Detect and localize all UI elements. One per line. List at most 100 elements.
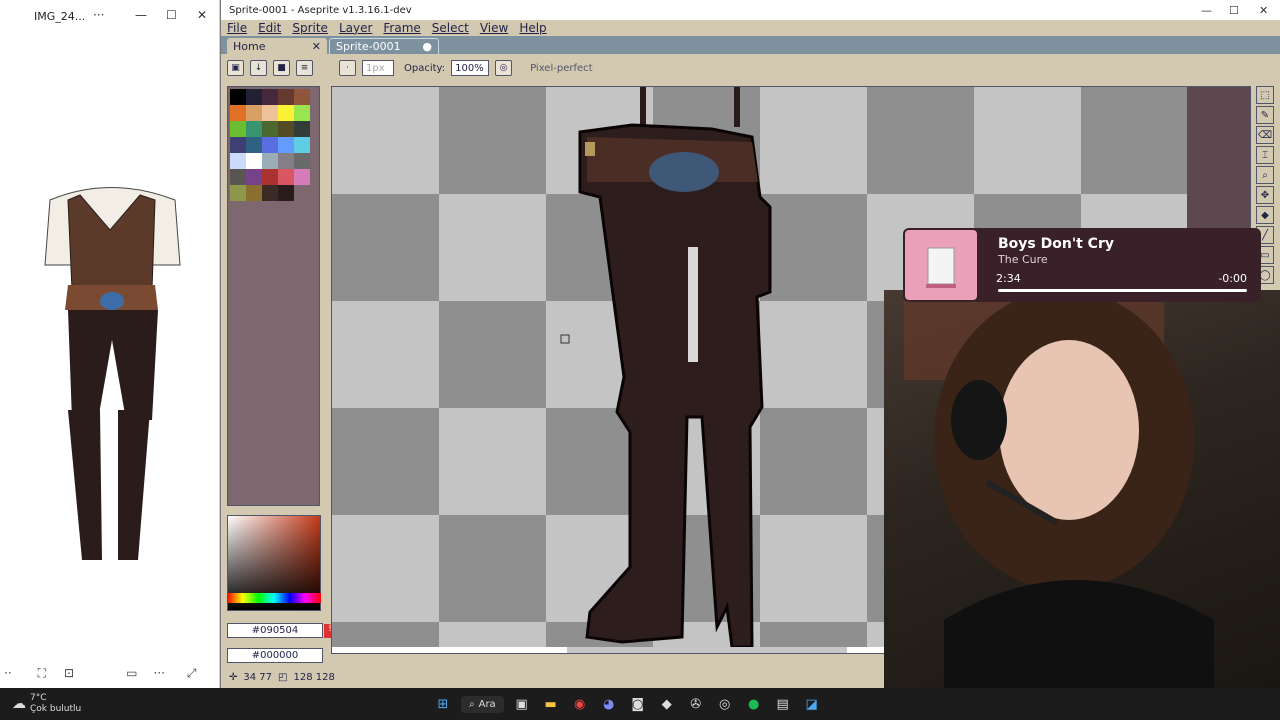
minimize-icon[interactable]: — [1201, 4, 1212, 17]
palette-swatch[interactable] [262, 185, 278, 201]
opacity-input[interactable]: 100% [451, 60, 490, 76]
menu-view[interactable]: View [480, 21, 508, 35]
palette-swatch[interactable] [294, 105, 310, 121]
palette-swatch[interactable] [262, 153, 278, 169]
task-view-icon[interactable]: ▣ [511, 693, 533, 715]
close-tab-icon[interactable]: ✕ [312, 40, 321, 53]
spotify-icon[interactable]: ● [743, 693, 765, 715]
palette-swatch[interactable] [294, 89, 310, 105]
more-icon[interactable]: ··· [93, 8, 104, 22]
context-bar: ▣ ↓ ■ ≡ · 1px Opacity: 100% ◎ Pixel-perf… [221, 54, 1280, 82]
slideshow-icon[interactable]: ▭ [126, 666, 137, 680]
pencil-tool-icon[interactable]: ✎ [1256, 106, 1274, 124]
tab-sprite[interactable]: Sprite-0001 ● [329, 38, 439, 54]
taskbar: ☁ 7°C Çok bulutlu ⊞ ⌕ Ara ▣ ▬ ◉ ◕ ◙ ◆ ✇ … [0, 688, 1280, 720]
palette-swatch[interactable] [294, 153, 310, 169]
palette-swatch[interactable] [246, 89, 262, 105]
brush-type-icon[interactable]: · [339, 60, 356, 76]
album-art [905, 230, 977, 300]
palette-swatch[interactable] [230, 137, 246, 153]
palette-swatch[interactable] [246, 153, 262, 169]
obs-icon[interactable]: ◎ [714, 693, 736, 715]
palette-swatch[interactable] [294, 121, 310, 137]
palette-swatch[interactable] [246, 185, 262, 201]
sprite-size: 128 128 [293, 671, 335, 683]
palette-swatch[interactable] [278, 169, 294, 185]
file-explorer-icon[interactable]: ▬ [540, 693, 562, 715]
stop-icon[interactable]: ■ [273, 60, 290, 76]
more-options-icon[interactable]: ··· [153, 666, 164, 680]
weather-widget[interactable]: ☁ 7°C Çok bulutlu [12, 693, 81, 715]
chrome-icon[interactable]: ◉ [569, 693, 591, 715]
palette-swatches[interactable] [228, 87, 319, 203]
fit-icon[interactable]: ⛶ [38, 666, 46, 681]
palette-swatch[interactable] [278, 137, 294, 153]
palette-swatch[interactable] [278, 185, 294, 201]
menu-file[interactable]: File [227, 21, 247, 35]
pixel-perfect-icon[interactable]: ◎ [495, 60, 513, 76]
terminal-icon[interactable]: ▤ [772, 693, 794, 715]
palette-swatch[interactable] [262, 121, 278, 137]
eyedropper-tool-icon[interactable]: ⌶ [1256, 146, 1274, 164]
palette-swatch[interactable] [262, 89, 278, 105]
menu-layer[interactable]: Layer [339, 21, 372, 35]
search-icon: ⌕ [469, 698, 475, 710]
expand-icon[interactable]: ⤢ [187, 666, 197, 681]
palette-swatch[interactable] [278, 153, 294, 169]
camera-icon[interactable]: ◙ [627, 693, 649, 715]
palette-swatch[interactable] [262, 105, 278, 121]
maximize-icon[interactable]: ☐ [1229, 4, 1239, 17]
app-icon[interactable]: ◆ [656, 693, 678, 715]
palette-swatch[interactable] [246, 169, 262, 185]
palette-swatch[interactable] [262, 137, 278, 153]
ink-icon[interactable]: ↓ [250, 60, 267, 76]
eraser-tool-icon[interactable]: ⌫ [1256, 126, 1274, 144]
palette-swatch[interactable] [278, 89, 294, 105]
palette-swatch[interactable] [230, 153, 246, 169]
list-icon[interactable]: ≡ [296, 60, 313, 76]
menu-sprite[interactable]: Sprite [292, 21, 328, 35]
palette-swatch[interactable] [246, 137, 262, 153]
menu-edit[interactable]: Edit [258, 21, 281, 35]
hue-slider[interactable] [227, 593, 321, 603]
marquee-tool-icon[interactable]: ⬚ [1256, 86, 1274, 104]
menu-select[interactable]: Select [432, 21, 469, 35]
tab-home[interactable]: Home ✕ [227, 38, 327, 54]
minimize-icon[interactable]: — [135, 8, 147, 22]
palette-swatch[interactable] [230, 121, 246, 137]
palette-swatch[interactable] [294, 169, 310, 185]
zoom-tool-icon[interactable]: ⌕ [1256, 166, 1274, 184]
maximize-icon[interactable]: ☐ [166, 8, 177, 22]
palette-swatch[interactable] [230, 185, 246, 201]
pixel-perfect-label[interactable]: Pixel-perfect [530, 63, 592, 74]
brush-size-input[interactable]: 1px [362, 60, 394, 76]
menu-help[interactable]: Help [519, 21, 546, 35]
aseprite-icon[interactable]: ◪ [801, 693, 823, 715]
palette-swatch[interactable] [294, 137, 310, 153]
close-icon[interactable]: ✕ [1259, 4, 1268, 17]
discord-icon[interactable]: ◕ [598, 693, 620, 715]
fill-tool-icon[interactable]: ◆ [1256, 206, 1274, 224]
move-tool-icon[interactable]: ✥ [1256, 186, 1274, 204]
palette-swatch[interactable] [246, 121, 262, 137]
palette-swatch[interactable] [246, 105, 262, 121]
palette-swatch[interactable] [230, 169, 246, 185]
dots-icon[interactable]: ·· [4, 666, 12, 680]
steam-icon[interactable]: ✇ [685, 693, 707, 715]
palette-swatch[interactable] [230, 89, 246, 105]
actual-size-icon[interactable]: ⊡ [64, 666, 74, 680]
photo-viewer-window: IMG_24... ··· — ☐ ✕ ·· ⛶ ⊡ ▭ ··· ⤢ [0, 0, 220, 688]
search-button[interactable]: ⌕ Ara [461, 695, 504, 713]
start-icon[interactable]: ⊞ [432, 693, 454, 715]
close-icon[interactable]: ✕ [197, 8, 207, 22]
menu-frame[interactable]: Frame [383, 21, 420, 35]
fg-color-hex[interactable]: #090504 ! [227, 623, 336, 638]
palette-swatch[interactable] [262, 169, 278, 185]
palette-swatch[interactable] [278, 121, 294, 137]
palette-swatch[interactable] [278, 105, 294, 121]
palette-swatch[interactable] [230, 105, 246, 121]
bg-color-hex[interactable]: #000000 [227, 648, 323, 663]
lock-icon[interactable]: ▣ [227, 60, 244, 76]
progress-bar[interactable] [998, 289, 1247, 292]
now-playing-widget[interactable]: Boys Don't Cry The Cure 2:34 -0:00 [903, 228, 1261, 302]
